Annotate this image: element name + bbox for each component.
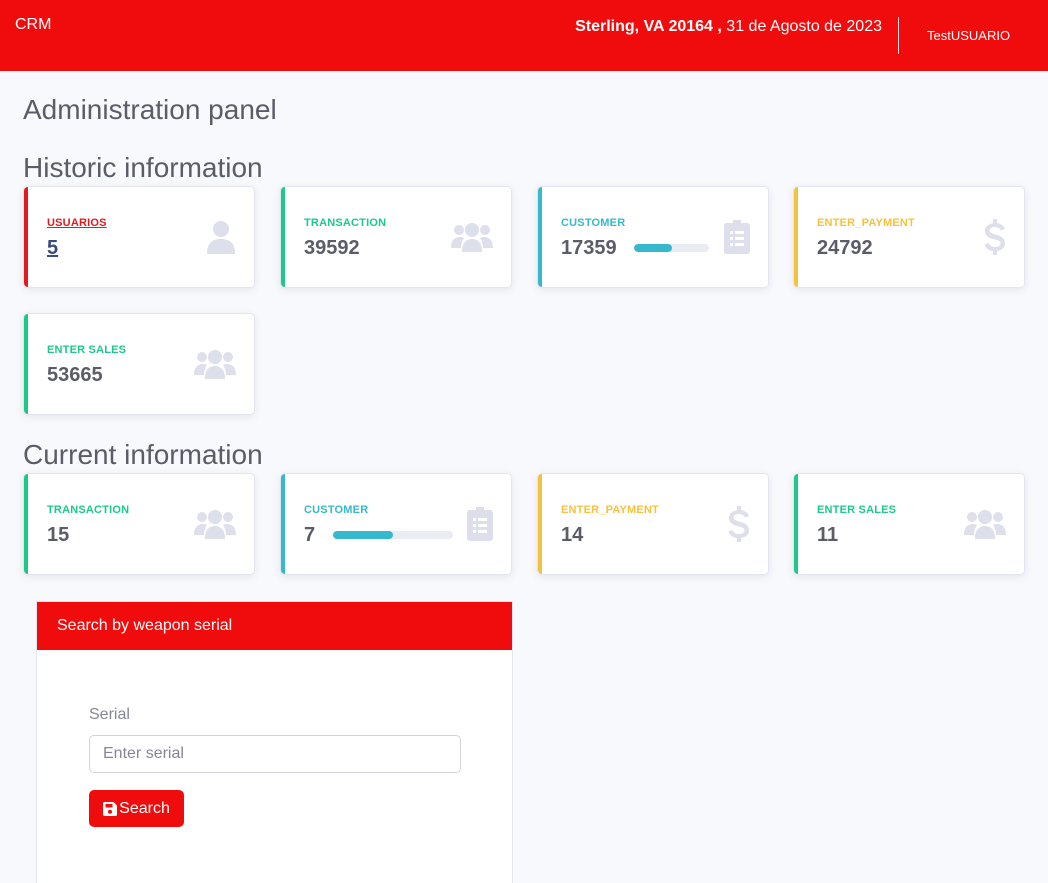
historic-card-enter-payment: ENTER_PAYMENT 24792: [793, 186, 1025, 288]
card-label: CUSTOMER: [561, 217, 626, 229]
clipboard-list-icon: [451, 505, 493, 543]
customer-progress-bar: [634, 244, 709, 252]
historic-card-usuarios[interactable]: USUARIOS 5: [23, 186, 255, 288]
user-menu[interactable]: TestUSUARIO: [927, 28, 1010, 43]
card-value: 15: [47, 524, 70, 546]
card-label: ENTER_PAYMENT: [817, 217, 915, 229]
progress-fill: [333, 531, 393, 539]
location-date: Sterling, VA 20164 , 31 de Agosto de 202…: [575, 18, 882, 36]
historic-card-customer: CUSTOMER 17359: [537, 186, 769, 288]
user-icon: [194, 218, 236, 256]
card-label: ENTER_PAYMENT: [561, 504, 659, 516]
historic-card-enter-sales: ENTER SALES 53665: [23, 313, 255, 415]
card-label[interactable]: USUARIOS: [47, 217, 107, 229]
brand-logo[interactable]: CRM: [15, 16, 51, 34]
card-value: 14: [561, 524, 584, 546]
historic-section-title: Historic information: [23, 152, 263, 183]
search-button-label: Search: [119, 799, 170, 817]
card-label: ENTER SALES: [47, 344, 127, 356]
search-by-serial-panel: Search by weapon serial Serial Search: [36, 601, 513, 883]
current-card-enter-payment: ENTER_PAYMENT 14: [537, 473, 769, 575]
progress-fill: [634, 244, 672, 252]
current-card-transaction: TRANSACTION 15: [23, 473, 255, 575]
top-navbar: CRM Sterling, VA 20164 , 31 de Agosto de…: [0, 0, 1048, 71]
card-value: 39592: [304, 237, 360, 259]
clipboard-list-icon: [708, 218, 750, 256]
customer-progress-bar: [333, 531, 453, 539]
dollar-icon: [708, 505, 750, 543]
topbar-divider: [898, 17, 899, 54]
users-icon: [964, 505, 1006, 543]
current-section-title: Current information: [23, 439, 263, 470]
card-value: 53665: [47, 364, 103, 386]
card-value: 11: [817, 524, 839, 546]
date-text: 31 de Agosto de 2023: [726, 18, 882, 35]
card-value: 24792: [817, 237, 873, 259]
current-card-customer: CUSTOMER 7: [280, 473, 512, 575]
card-label: TRANSACTION: [304, 217, 387, 229]
card-value: 7: [304, 524, 316, 546]
card-label: CUSTOMER: [304, 504, 369, 516]
search-button[interactable]: Search: [89, 790, 184, 827]
serial-input[interactable]: [89, 735, 461, 773]
users-icon: [194, 505, 236, 543]
search-panel-header: Search by weapon serial: [37, 602, 512, 650]
card-value: 17359: [561, 237, 617, 259]
save-icon: [103, 801, 118, 816]
page-title: Administration panel: [23, 94, 277, 125]
serial-label: Serial: [89, 706, 130, 723]
current-card-enter-sales: ENTER SALES 11: [793, 473, 1025, 575]
card-value[interactable]: 5: [47, 237, 58, 260]
users-icon: [451, 218, 493, 256]
dollar-icon: [964, 218, 1006, 256]
users-icon: [194, 345, 236, 383]
historic-card-transaction: TRANSACTION 39592: [280, 186, 512, 288]
card-label: TRANSACTION: [47, 504, 130, 516]
location-text: Sterling, VA 20164 ,: [575, 18, 722, 35]
card-label: ENTER SALES: [817, 504, 897, 516]
